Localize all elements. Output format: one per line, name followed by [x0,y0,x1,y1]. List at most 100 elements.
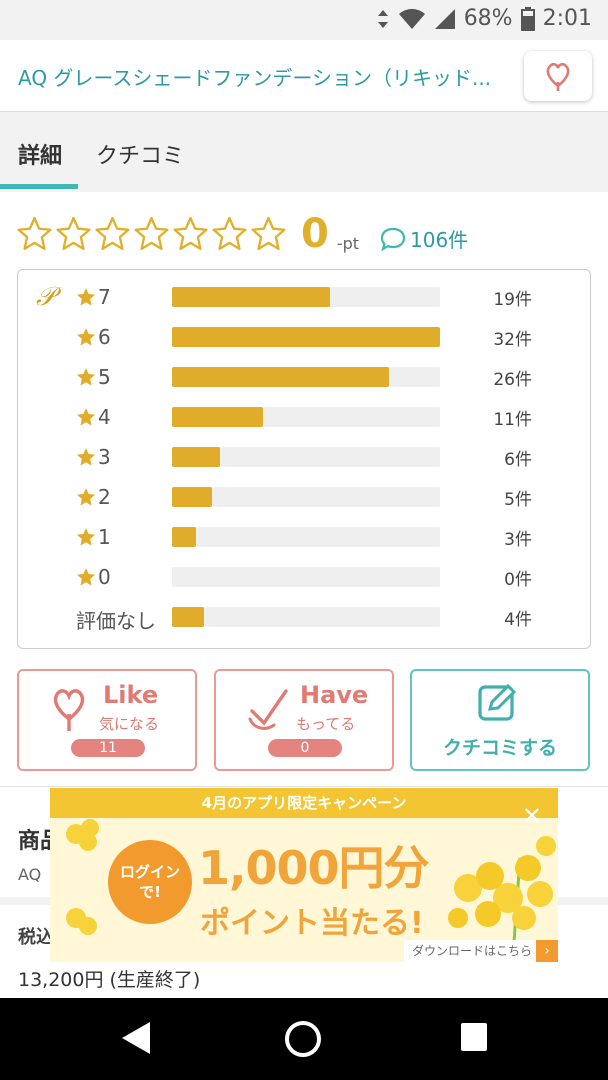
rating-row-count: 6件 [504,450,532,470]
star-icon [77,528,95,546]
rating-bar-fill [172,487,213,507]
star-icon [77,488,95,506]
review-count: 106件 [410,228,469,252]
bubble-line1: ログイン [119,863,180,881]
rating-row-label: 0 [76,565,111,589]
rating-bar-track [172,607,440,627]
rating-row-count: 19件 [493,290,532,310]
rating-row-count: 4件 [504,610,532,630]
back-icon[interactable] [118,1020,152,1056]
rating-row-count: 3件 [504,530,532,550]
empty-star-icon [17,216,52,250]
rating-bar-fill [172,527,197,547]
rating-bar-fill [172,287,331,307]
rating-level: 1 [98,525,111,549]
write-review-label: クチコミする [442,737,557,759]
banner-amount: 1,000円分 [198,841,430,895]
rating-distribution: 𝒫 7 19件 6 32件 5 26件 4 11件 3 6件 2 5件 1 3件 0 0件 評価なし 4件 [17,269,591,649]
rating-unit: -pt [336,233,360,253]
rating-row: 4 11件 [18,398,590,438]
like-button[interactable]: Like 気になる 11 [17,669,197,771]
rating-row: 6 32件 [18,318,590,358]
rating-level: 0 [98,565,111,589]
rating-bar-track [172,487,440,507]
empty-star-icon [56,216,91,250]
star-icon [77,288,95,306]
rating-row-count: 26件 [493,370,532,390]
rating-row-count: 0件 [504,570,532,590]
rating-row-label: 6 [76,325,111,349]
battery-percent: 68% [463,6,513,31]
rating-row-label: 1 [76,525,111,549]
empty-star-icon [134,216,169,250]
signal-icon [434,8,455,29]
check-hand-icon [248,689,288,730]
heart-pin-icon [53,689,85,731]
like-title: Like [103,681,159,709]
flower-decoration-icon [66,908,97,935]
star-icon [77,568,95,586]
download-link[interactable]: ダウンロードはこちら › [403,940,558,962]
rating-row: 2 5件 [18,478,590,518]
write-review-button[interactable]: クチコミする [410,669,590,771]
empty-star-icon [173,216,208,250]
rating-row: 7 19件 [18,278,590,318]
active-tab-indicator [0,184,78,189]
rating-bar-track [172,287,440,307]
like-subtitle: 気になる [99,715,160,733]
rating-row: 5 26件 [18,358,590,398]
rating-bar-track [172,407,440,427]
rating-bar-fill [172,367,390,387]
tab-bar: 詳細 クチコミ [0,112,608,192]
have-button[interactable]: Have もってる 0 [214,669,394,771]
product-price: 13,200円 (生産終了) [18,969,201,991]
heart-pin-icon [546,62,570,91]
banner-close-icon[interactable]: ✕ [522,802,542,830]
empty-star-icon [251,216,286,250]
flower-decoration-icon [448,836,556,942]
download-label: ダウンロードはこちら [411,944,532,958]
have-subtitle: もってる [296,715,356,733]
rating-bar-track [172,447,440,467]
clock: 2:01 [542,6,592,31]
empty-star-icon [212,216,247,250]
rating-bar-track [172,567,440,587]
rating-row-label: 5 [76,365,111,389]
recents-icon[interactable] [460,1022,488,1052]
wifi-icon [398,8,425,29]
rating-bar-fill [172,407,264,427]
favorite-button[interactable] [524,51,592,101]
rating-level: 評価なし [76,609,156,633]
rating-row-count: 11件 [493,410,532,430]
rating-level: 6 [98,325,111,349]
tab-details[interactable]: 詳細 [18,138,62,170]
android-nav-bar [0,998,608,1080]
rating-panel: 0 -pt 106件 𝒫 7 19件 6 32件 5 26件 4 11件 3 6件 2 5件 1 3件 0 0… [0,192,608,786]
product-brand: AQ [18,865,42,884]
home-icon[interactable] [284,1020,322,1058]
review-count-link[interactable]: 106件 [380,224,468,253]
rating-bar-fill [172,327,440,347]
have-title: Have [300,681,369,709]
star-icon [77,328,95,346]
rating-row-label: 2 [76,485,111,509]
speech-bubble-icon [380,227,406,251]
rating-row: 評価なし 4件 [18,598,590,638]
tab-reviews[interactable]: クチコミ [96,138,184,170]
rating-row-label: 4 [76,405,111,429]
have-count: 0 [268,739,342,757]
empty-star-icon [95,216,130,250]
rating-row-label: 3 [76,445,111,469]
banner-header: 4月のアプリ限定キャンペーン [50,788,558,818]
rating-level: 7 [98,285,111,309]
rating-row: 1 3件 [18,518,590,558]
star-icon [77,368,95,386]
app-header: AQ グレースシェードファンデーション（リキッド... [0,40,608,112]
star-icon [77,408,95,426]
rating-level: 2 [98,485,111,509]
banner-message: ポイント当たる! [200,906,424,941]
rating-summary: 0 -pt [16,204,359,264]
campaign-banner[interactable]: 4月のアプリ限定キャンペーン ログイン で! 1,000円分 ポイント当たる! … [50,788,558,962]
status-bar: 68% 2:01 [0,0,608,40]
rating-level: 4 [98,405,111,429]
